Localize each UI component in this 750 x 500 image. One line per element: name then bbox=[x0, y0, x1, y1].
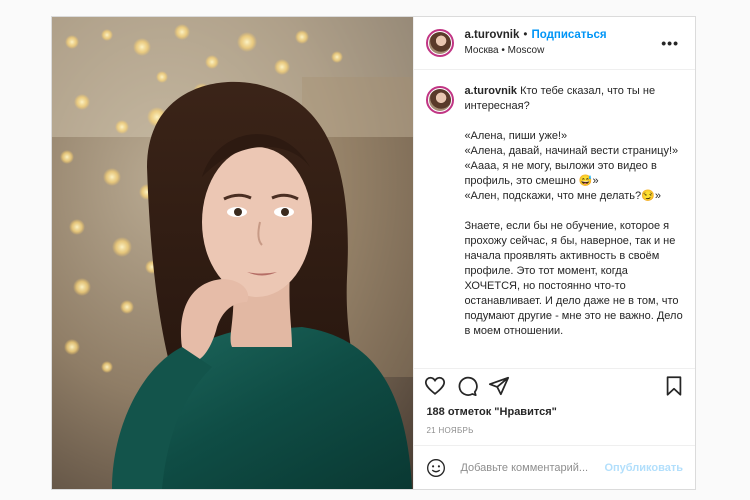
comment-icon[interactable] bbox=[456, 375, 479, 397]
share-icon[interactable] bbox=[488, 375, 510, 397]
post-sidebar: a.turovnik • Подписаться Москва • Moscow •… bbox=[413, 17, 695, 489]
post-photo[interactable] bbox=[52, 17, 414, 489]
post-header: a.turovnik • Подписаться Москва • Moscow •… bbox=[414, 17, 695, 70]
comment-bar: Опубликовать bbox=[414, 445, 695, 489]
follow-button[interactable]: Подписаться bbox=[531, 29, 606, 41]
heart-icon[interactable] bbox=[424, 375, 446, 397]
caption-avatar[interactable] bbox=[426, 86, 455, 114]
emoji-icon[interactable] bbox=[426, 458, 446, 478]
likes-count[interactable]: 188 отметок "Нравится" bbox=[414, 402, 695, 418]
post-caption: a.turovnik Кто тебе сказал, что ты не ин… bbox=[464, 84, 683, 368]
bookmark-icon[interactable] bbox=[663, 375, 685, 397]
post-location[interactable]: Москва • Moscow bbox=[464, 43, 606, 58]
more-options-icon[interactable]: ••• bbox=[657, 35, 683, 51]
caption-area: a.turovnik Кто тебе сказал, что ты не ин… bbox=[414, 70, 695, 368]
author-avatar[interactable] bbox=[426, 29, 455, 57]
author-username[interactable]: a.turovnik bbox=[464, 29, 519, 41]
caption-username[interactable]: a.turovnik bbox=[464, 85, 517, 97]
post-actions bbox=[414, 368, 695, 402]
publish-button[interactable]: Опубликовать bbox=[604, 462, 683, 474]
separator-dot: • bbox=[523, 29, 528, 41]
comment-input[interactable] bbox=[458, 460, 605, 475]
post-card: a.turovnik • Подписаться Москва • Moscow •… bbox=[51, 16, 696, 490]
post-date: 21 НОЯБРЬ bbox=[426, 426, 474, 435]
caption-text: Кто тебе сказал, что ты не интересная? «… bbox=[464, 85, 683, 337]
